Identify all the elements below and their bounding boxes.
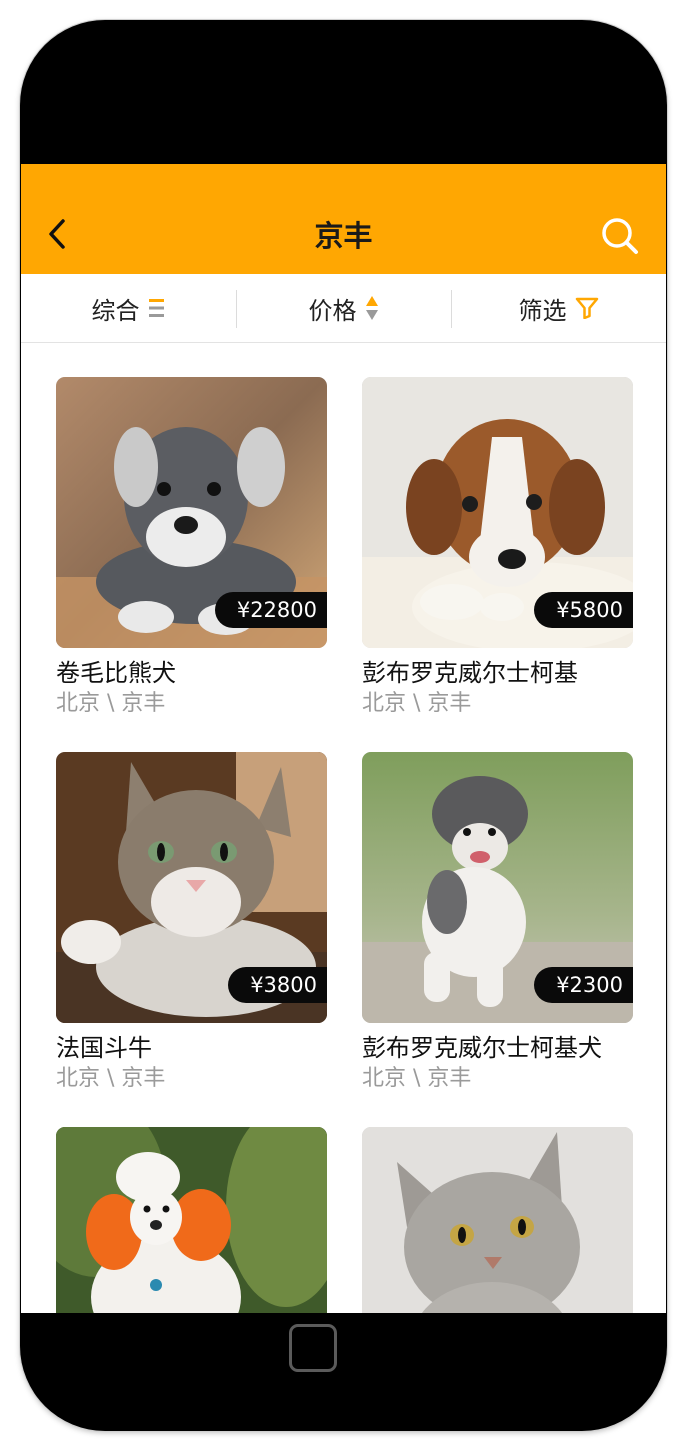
phone-frame: 京丰 综合 价格 筛选 ¥22800 卷毛比熊犬 北京 \ 京丰 ¥5800 彭… <box>20 20 667 1431</box>
list-lines-icon <box>148 297 166 319</box>
pet-card[interactable]: ¥3800 法国斗牛 北京 \ 京丰 <box>56 752 327 1094</box>
app-screen: 京丰 综合 价格 筛选 ¥22800 卷毛比熊犬 北京 \ 京丰 ¥5800 彭… <box>21 164 666 1313</box>
filter-sort-price[interactable]: 价格 <box>236 274 451 342</box>
home-button[interactable] <box>289 1324 337 1372</box>
pet-photo: ¥3800 <box>56 752 327 1023</box>
filter-sort-default[interactable]: 综合 <box>21 274 236 342</box>
pet-photo: ¥2300 <box>362 752 633 1023</box>
top-navbar: 京丰 <box>21 164 666 274</box>
price-badge: ¥22800 <box>214 592 327 628</box>
page-title: 京丰 <box>314 219 373 253</box>
price-badge: ¥2300 <box>534 967 633 1003</box>
pet-name: 彭布罗克威尔士柯基 <box>362 659 578 687</box>
pet-name: 法国斗牛 <box>56 1034 152 1062</box>
pet-name: 卷毛比熊犬 <box>56 659 176 687</box>
search-icon <box>602 218 638 254</box>
pet-card[interactable]: ¥5800 彭布罗克威尔士柯基 北京 \ 京丰 <box>362 377 633 719</box>
pet-location: 北京 \ 京丰 <box>56 691 166 716</box>
silver-tabby-kitten-photo <box>362 1127 633 1313</box>
pet-location: 北京 \ 京丰 <box>362 1066 472 1091</box>
pet-photo <box>56 1127 327 1313</box>
pet-photo: ¥5800 <box>362 377 633 648</box>
filter-label: 综合 <box>91 296 140 325</box>
pet-card[interactable]: ¥22800 卷毛比熊犬 北京 \ 京丰 <box>56 377 327 719</box>
price-badge: ¥3800 <box>228 967 327 1003</box>
price-badge: ¥5800 <box>534 592 633 628</box>
pet-photo <box>362 1127 633 1313</box>
pet-photo: ¥22800 <box>56 377 327 648</box>
orange-poodle-photo <box>56 1127 327 1313</box>
pet-location: 北京 \ 京丰 <box>56 1066 166 1091</box>
pet-card[interactable]: ¥2300 彭布罗克威尔士柯基犬 北京 \ 京丰 <box>362 752 633 1094</box>
filter-label: 价格 <box>308 296 357 325</box>
filter-screen[interactable]: 筛选 <box>451 274 666 342</box>
filter-bar: 综合 价格 筛选 <box>21 274 666 343</box>
pet-card[interactable] <box>56 1127 327 1313</box>
search-button[interactable] <box>599 216 643 256</box>
pet-location: 北京 \ 京丰 <box>362 691 472 716</box>
pet-name: 彭布罗克威尔士柯基犬 <box>362 1034 602 1062</box>
pet-card[interactable] <box>362 1127 633 1313</box>
filter-label: 筛选 <box>518 296 567 325</box>
funnel-icon <box>575 297 599 319</box>
sort-arrows-icon <box>365 295 379 321</box>
